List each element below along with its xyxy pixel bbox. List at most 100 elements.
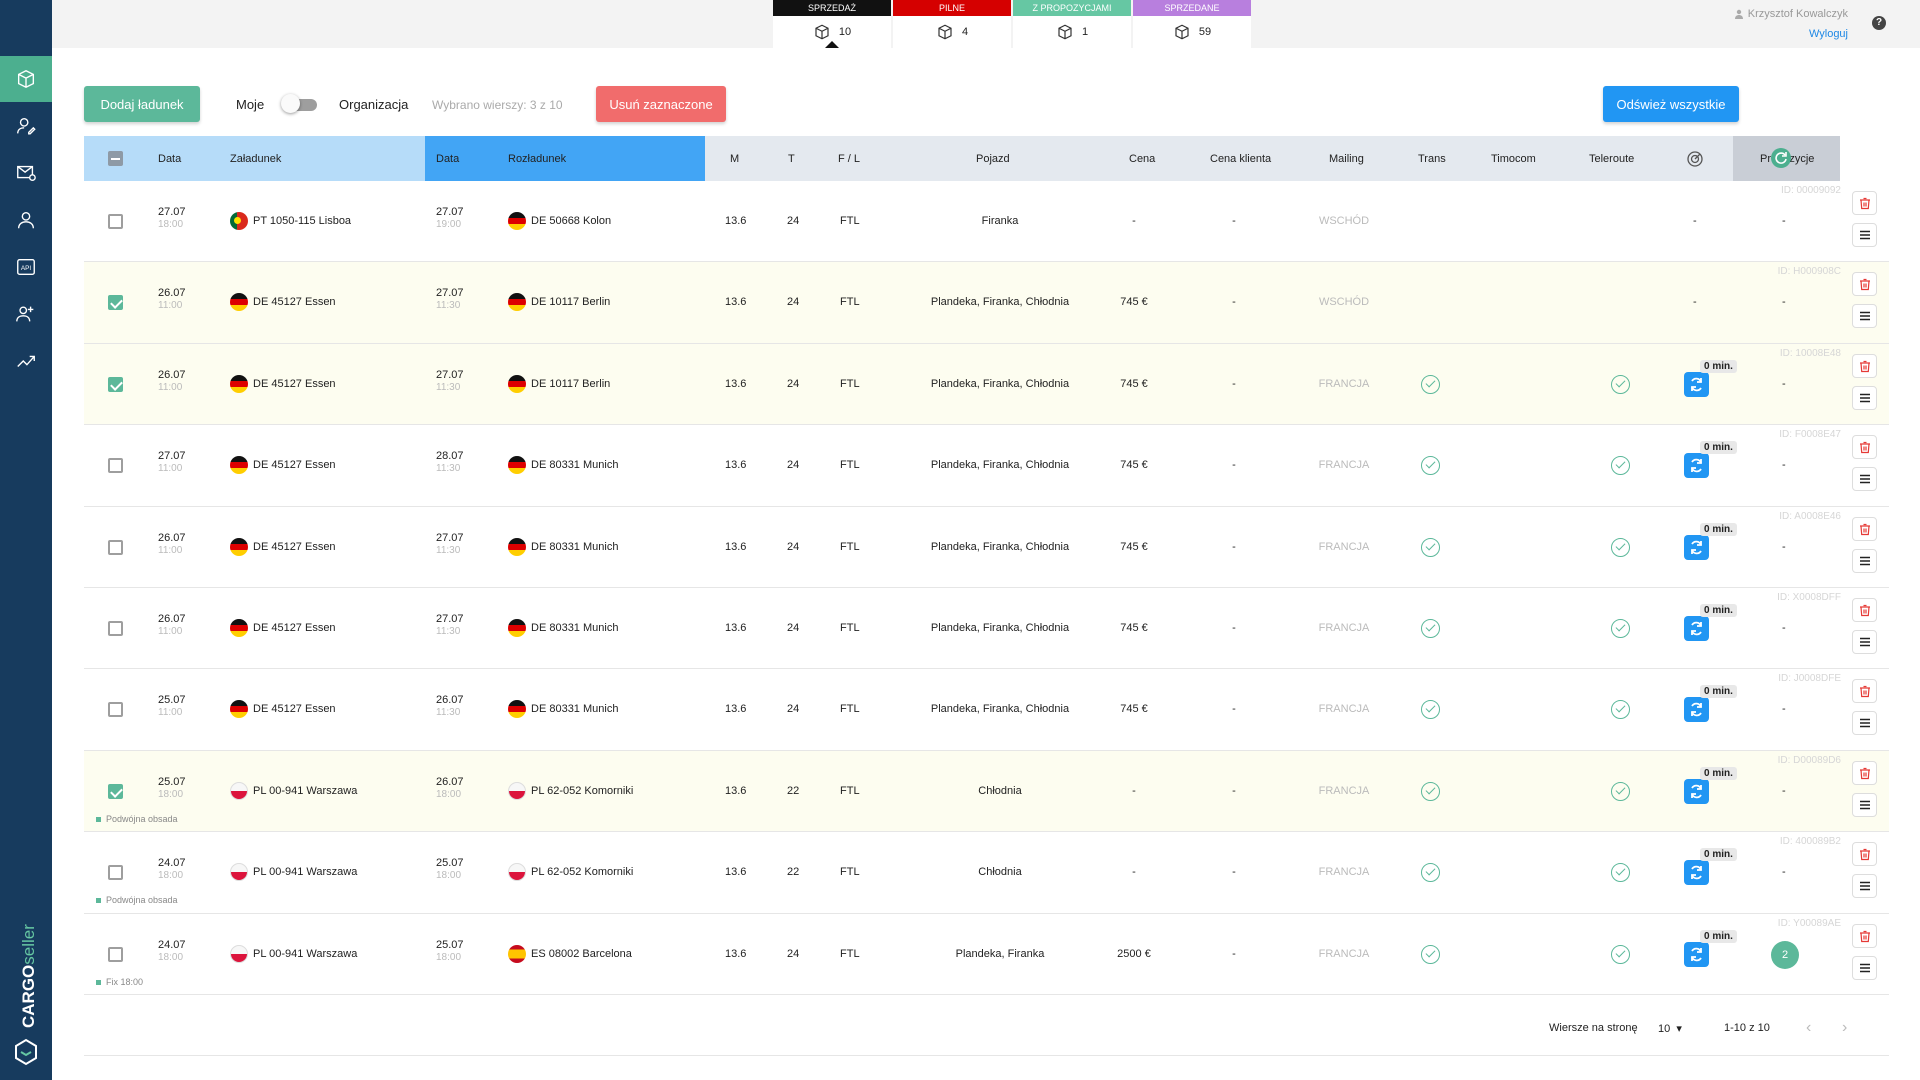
team-add-icon xyxy=(16,306,34,322)
next-page-button[interactable]: › xyxy=(1842,1019,1847,1037)
row-menu-button[interactable] xyxy=(1852,792,1877,817)
client-price: - xyxy=(1232,947,1236,960)
sidebar-item-loads[interactable] xyxy=(0,56,52,102)
col-unloading[interactable]: Rozładunek xyxy=(508,136,566,181)
sidebar-item-contacts[interactable] xyxy=(0,103,52,149)
sync-button[interactable] xyxy=(1684,941,1709,967)
delete-selected-button[interactable]: Usuń zaznaczone xyxy=(596,86,726,122)
table-row[interactable]: 24.07 18:00 PL 00-941 Warszawa 25.07 18:00 PL… xyxy=(84,832,1889,914)
table-row[interactable]: 24.07 18:00 PL 00-941 Warszawa 25.07 18:00 ES… xyxy=(84,914,1889,995)
table-row[interactable]: 26.07 11:00 DE 45127 Essen 27.07 11:30 DE 803… xyxy=(84,507,1889,588)
row-menu-button[interactable] xyxy=(1852,711,1877,736)
sidebar-item-mail[interactable] xyxy=(0,150,52,196)
table-row[interactable]: 26.07 11:00 DE 45127 Essen 27.07 11:30 DE 803… xyxy=(84,588,1889,670)
row-checkbox[interactable] xyxy=(108,946,123,962)
row-checkbox[interactable] xyxy=(108,539,123,555)
ftl-ltl: FTL xyxy=(840,215,860,227)
row-menu-button[interactable] xyxy=(1852,955,1877,980)
price: 745 € xyxy=(1120,377,1148,390)
col-timocom[interactable]: Timocom xyxy=(1491,136,1536,181)
row-note: Podwójna obsada xyxy=(96,814,178,824)
stat-tab-1[interactable]: PILNE 4 xyxy=(893,0,1011,48)
scope-toggle[interactable] xyxy=(281,94,319,113)
delete-row-button[interactable] xyxy=(1852,923,1877,948)
stat-tab-3[interactable]: SPRZEDANE 59 xyxy=(1133,0,1251,48)
pagination: Wiersze na stronę 10 ▾ 1-10 z 10 ‹ › xyxy=(84,1005,1889,1055)
sidebar-item-api[interactable]: API xyxy=(0,244,52,290)
col-trans[interactable]: Trans xyxy=(1418,136,1446,181)
sync-button[interactable] xyxy=(1684,778,1709,804)
refresh-table-icon[interactable] xyxy=(1771,148,1791,168)
row-menu-button[interactable] xyxy=(1852,874,1877,899)
stat-tab-0[interactable]: SPRZEDAŻ 10 xyxy=(773,0,891,48)
sync-button[interactable] xyxy=(1684,453,1709,479)
row-menu-button[interactable] xyxy=(1852,385,1877,410)
unload-date: 26.07 xyxy=(436,694,464,707)
delete-row-button[interactable] xyxy=(1852,516,1877,541)
vehicle: Plandeka, Firanka xyxy=(955,947,1045,960)
col-loading[interactable]: Załadunek xyxy=(230,136,281,181)
table-row[interactable]: 25.07 18:00 PL 00-941 Warszawa 26.07 18:00 PL… xyxy=(84,750,1889,833)
trans-check-icon xyxy=(1421,618,1440,638)
col-t[interactable]: T xyxy=(788,136,795,181)
row-checkbox[interactable] xyxy=(108,214,123,229)
col-client-price[interactable]: Cena klienta xyxy=(1210,136,1271,181)
delete-row-button[interactable] xyxy=(1852,435,1877,460)
col-gauge[interactable] xyxy=(1686,136,1704,181)
sync-button[interactable] xyxy=(1684,371,1709,397)
row-checkbox[interactable] xyxy=(108,865,123,881)
col-load-date[interactable]: Data xyxy=(158,136,181,181)
load-time: 18:00 xyxy=(158,951,184,963)
delete-row-button[interactable] xyxy=(1852,760,1877,785)
sync-button[interactable] xyxy=(1684,534,1709,560)
col-price[interactable]: Cena xyxy=(1129,136,1155,181)
flag-icon xyxy=(230,700,248,719)
logout-link[interactable]: Wyloguj xyxy=(1734,28,1848,40)
table-row[interactable]: 25.07 11:00 DE 45127 Essen 26.07 11:30 DE 803… xyxy=(84,669,1889,751)
row-menu-button[interactable] xyxy=(1852,467,1877,492)
proposals-count-badge[interactable]: 2 xyxy=(1771,940,1799,969)
row-menu-button[interactable] xyxy=(1852,304,1877,329)
sync-button[interactable] xyxy=(1684,860,1709,886)
col-mailing[interactable]: Mailing xyxy=(1329,136,1364,181)
refresh-all-button[interactable]: Odśwież wszystkie xyxy=(1603,86,1739,122)
row-checkbox[interactable] xyxy=(108,376,123,392)
sidebar-item-stats[interactable] xyxy=(0,338,52,384)
row-checkbox[interactable] xyxy=(108,458,123,474)
col-teleroute[interactable]: Teleroute xyxy=(1589,136,1634,181)
row-checkbox[interactable] xyxy=(108,702,123,718)
mailing: FRANCJA xyxy=(1318,377,1370,390)
delete-row-button[interactable] xyxy=(1852,597,1877,622)
row-menu-button[interactable] xyxy=(1852,629,1877,654)
select-all-checkbox[interactable] xyxy=(108,151,123,166)
row-checkbox[interactable] xyxy=(108,620,123,636)
row-menu-button[interactable] xyxy=(1852,548,1877,573)
table-row[interactable]: 27.07 11:00 DE 45127 Essen 28.07 11:30 DE 803… xyxy=(84,425,1889,507)
prev-page-button[interactable]: ‹ xyxy=(1806,1019,1811,1037)
stat-tab-2[interactable]: Z PROPOZYCJAMI 1 xyxy=(1013,0,1131,48)
col-m[interactable]: M xyxy=(730,136,739,181)
delete-row-button[interactable] xyxy=(1852,353,1877,378)
sync-button[interactable] xyxy=(1684,697,1709,723)
row-checkbox[interactable] xyxy=(108,295,123,311)
help-icon[interactable]: ? xyxy=(1872,16,1886,30)
col-fl[interactable]: F / L xyxy=(838,136,860,181)
sidebar-item-user[interactable] xyxy=(0,197,52,243)
sync-button[interactable] xyxy=(1684,615,1709,641)
delete-row-button[interactable] xyxy=(1852,679,1877,704)
delete-row-button[interactable] xyxy=(1852,191,1877,215)
col-vehicle[interactable]: Pojazd xyxy=(976,136,1010,181)
add-load-button[interactable]: Dodaj ładunek xyxy=(84,86,200,122)
table-row[interactable]: 27.07 18:00 PT 1050-115 Lisboa 27.07 19:00 DE… xyxy=(84,181,1889,263)
rows-per-page-select[interactable]: 10 ▾ xyxy=(1658,1022,1682,1035)
delete-row-button[interactable] xyxy=(1852,272,1877,297)
delete-row-button[interactable] xyxy=(1852,842,1877,867)
col-unload-date[interactable]: Data xyxy=(436,136,459,181)
row-checkbox[interactable] xyxy=(108,783,123,799)
flag-icon xyxy=(508,293,526,312)
table-row[interactable]: 26.07 11:00 DE 45127 Essen 27.07 11:30 DE 101… xyxy=(84,262,1889,344)
row-menu-button[interactable] xyxy=(1852,223,1877,247)
sidebar-item-team[interactable] xyxy=(0,291,52,337)
table-row[interactable]: 26.07 11:00 DE 45127 Essen 27.07 11:30 DE 101… xyxy=(84,343,1889,426)
sync-minutes: 0 min. xyxy=(1700,522,1737,536)
